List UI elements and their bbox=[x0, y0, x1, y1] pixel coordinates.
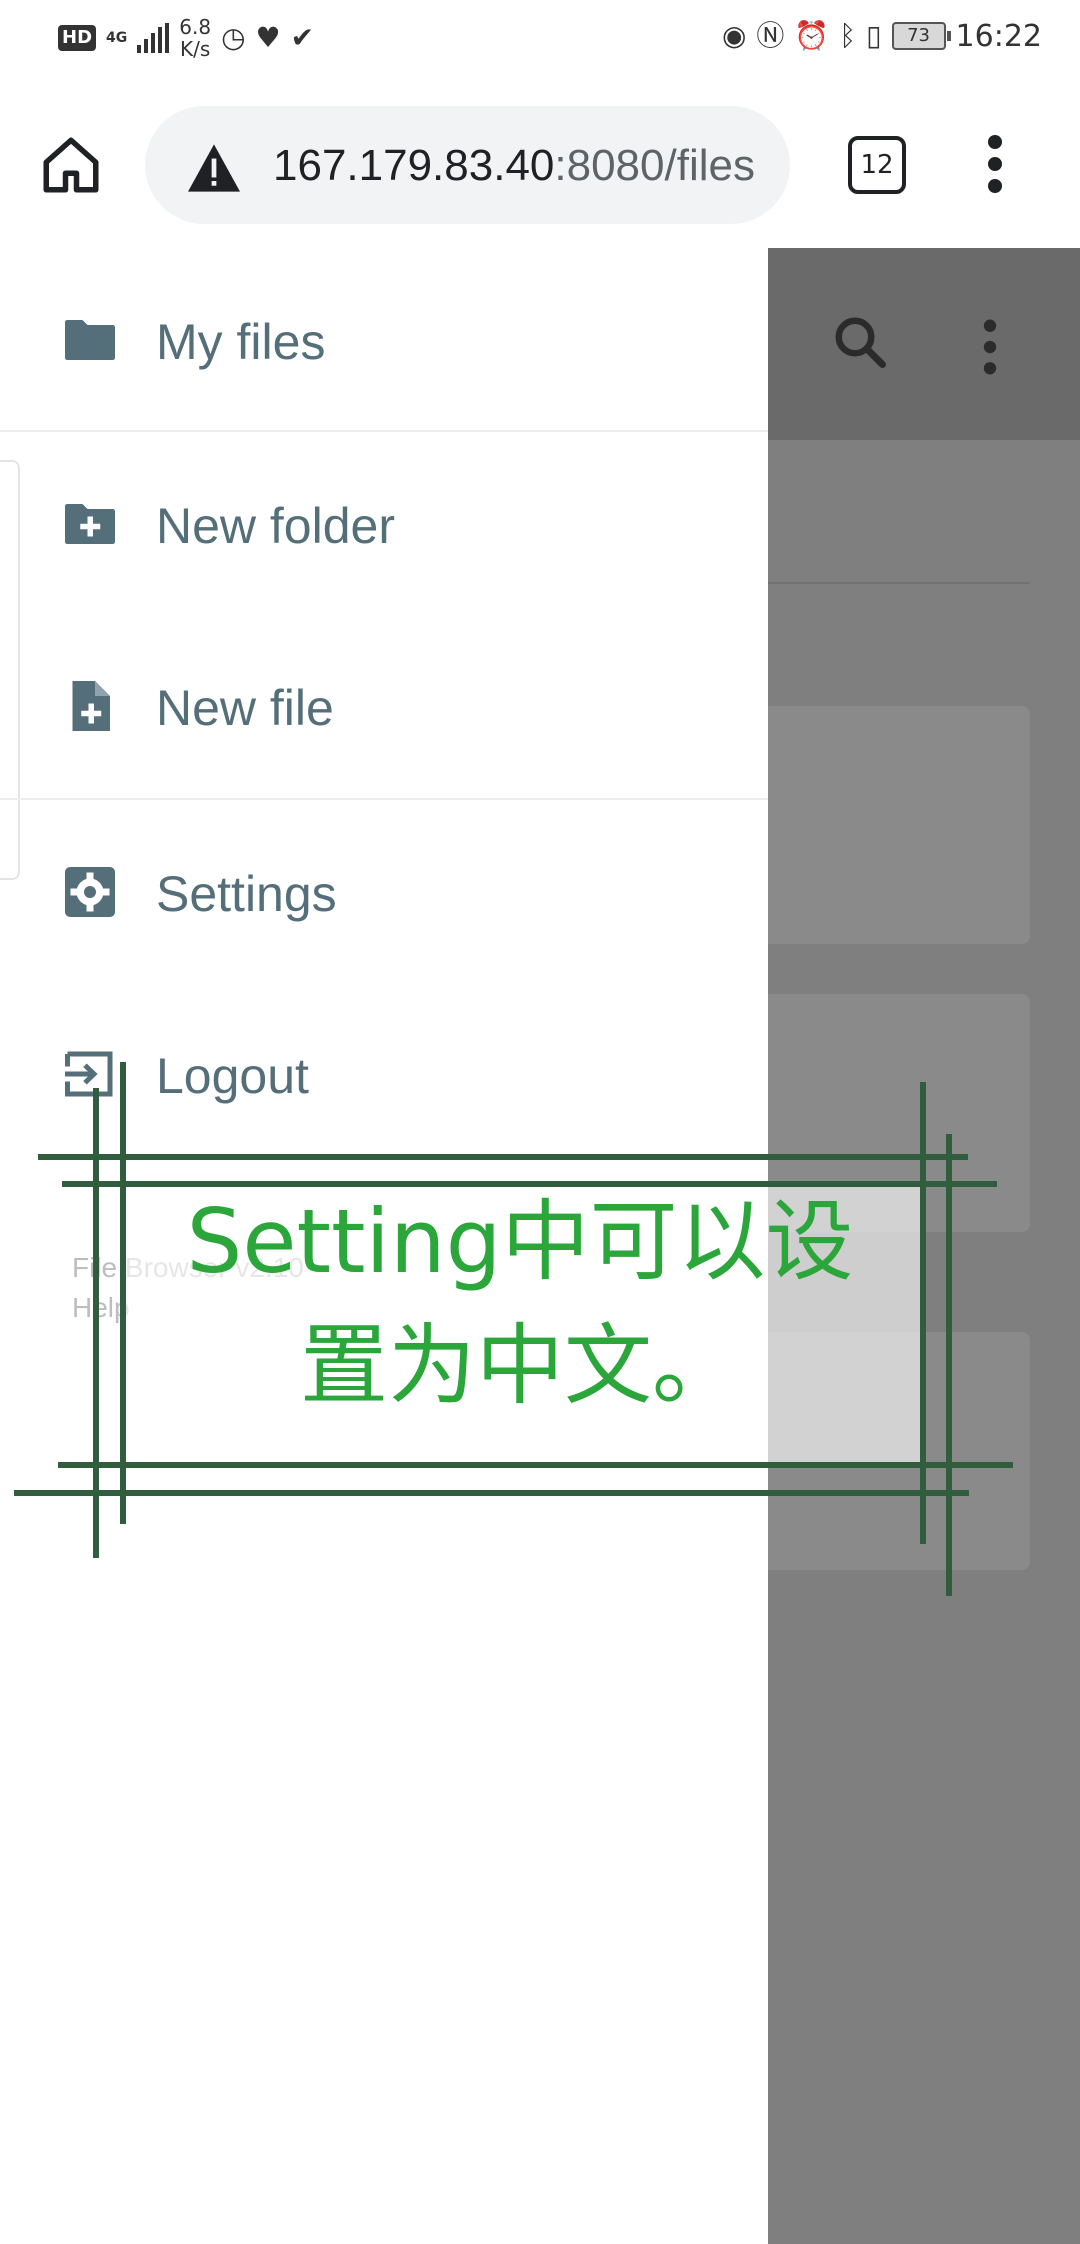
network-type: 4G bbox=[106, 30, 128, 46]
drawer-item-label: New folder bbox=[156, 498, 395, 554]
app-divider bbox=[768, 582, 1030, 584]
drawer-item-new-file[interactable]: New file bbox=[0, 630, 768, 780]
status-right-group: ◉ Ⓝ ⏰ ᛒ ▯ 73 16:22 bbox=[722, 18, 1042, 54]
nfc-icon: Ⓝ bbox=[756, 19, 785, 52]
more-options-icon[interactable] bbox=[975, 318, 1005, 376]
alarm-icon: ⏰ bbox=[794, 19, 830, 52]
url-path: :8080/files bbox=[554, 141, 755, 190]
logout-icon bbox=[65, 1051, 113, 1097]
drawer-item-logout[interactable]: Logout bbox=[0, 998, 768, 1148]
drawer-divider bbox=[0, 798, 768, 800]
vibrate-icon: ▯ bbox=[866, 19, 882, 52]
clock: 16:22 bbox=[955, 18, 1042, 54]
file-plus-icon bbox=[72, 681, 110, 731]
folder-plus-icon bbox=[65, 504, 115, 544]
battery-indicator: 73 bbox=[891, 22, 951, 50]
status-left-group: HD 4G 6.8 K/s ◷ ♥ ✔ bbox=[58, 16, 314, 60]
drawer-item-my-files[interactable]: My files bbox=[0, 264, 768, 414]
address-bar[interactable]: 167.179.83.40:8080/files bbox=[145, 106, 790, 224]
speed-value: 6.8 bbox=[179, 15, 212, 39]
url-text[interactable]: 167.179.83.40:8080/files bbox=[273, 140, 755, 192]
drawer-item-new-folder[interactable]: New folder bbox=[0, 448, 768, 598]
health-heart-icon: ♥ bbox=[255, 21, 281, 54]
speed-unit: K/s bbox=[180, 37, 211, 61]
folder-icon bbox=[65, 320, 115, 360]
drawer-item-label: Settings bbox=[156, 866, 337, 922]
drawer-item-label: My files bbox=[156, 314, 326, 370]
eye-icon: ◉ bbox=[721, 19, 747, 52]
drawer-item-label: Logout bbox=[156, 1048, 309, 1104]
drawer-item-settings[interactable]: Settings bbox=[0, 816, 768, 966]
navigation-drawer: My files New folder New file Settings Lo… bbox=[0, 248, 768, 2244]
status-bar: HD 4G 6.8 K/s ◷ ♥ ✔ ◉ Ⓝ ⏰ ᛒ ▯ 73 16:22 bbox=[0, 0, 1080, 80]
url-host: 167.179.83.40 bbox=[273, 141, 555, 190]
home-icon[interactable] bbox=[38, 132, 104, 198]
search-icon[interactable] bbox=[830, 312, 890, 372]
timer-icon: ◷ bbox=[221, 21, 246, 54]
drawer-credits: File Browser v2.10 Help bbox=[72, 1248, 304, 1328]
app-version-text[interactable]: File Browser v2.10 bbox=[72, 1248, 304, 1288]
check-icon: ✔ bbox=[290, 21, 315, 54]
help-link[interactable]: Help bbox=[72, 1288, 304, 1328]
drawer-divider bbox=[0, 430, 768, 432]
gear-icon bbox=[65, 867, 115, 917]
not-secure-warning-icon[interactable] bbox=[185, 142, 243, 194]
hd-badge: HD bbox=[58, 25, 97, 51]
signal-icon bbox=[137, 23, 170, 53]
network-speed: 6.8 K/s bbox=[179, 16, 211, 60]
drawer-item-label: New file bbox=[156, 680, 334, 736]
browser-toolbar: 167.179.83.40:8080/files 12 bbox=[0, 80, 1080, 248]
tab-switcher-button[interactable]: 12 bbox=[848, 136, 906, 194]
bluetooth-icon: ᛒ bbox=[839, 19, 857, 52]
browser-menu-icon[interactable] bbox=[980, 134, 1010, 194]
